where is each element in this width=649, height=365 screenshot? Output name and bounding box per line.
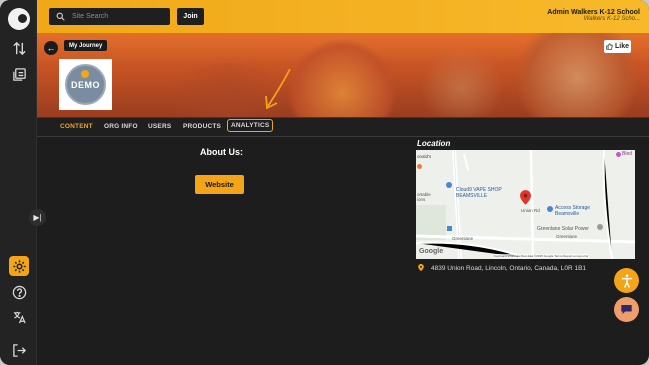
- map-label-storage: Access Storage Beamsville: [555, 205, 591, 217]
- map-label-solar: Greenlane Solar Power: [537, 226, 589, 232]
- tab-org-info[interactable]: ORG INFO: [104, 123, 138, 130]
- top-bar: Site Search Join Admin Walkers K-12 Scho…: [37, 0, 649, 33]
- google-logo: Google: [419, 248, 444, 255]
- accessibility-button[interactable]: [614, 268, 639, 293]
- map-label-portable: ortable ions: [417, 192, 431, 202]
- logout-icon[interactable]: [9, 340, 29, 360]
- help-icon[interactable]: [9, 282, 29, 302]
- location-map[interactable]: onald's Cloud9 VAPE SHOP BEAMSVILLE Acce…: [416, 150, 635, 259]
- website-button[interactable]: Website: [195, 175, 244, 194]
- thumbs-up-icon: [606, 43, 613, 50]
- cover-banner: [37, 33, 649, 117]
- user-org: Walkers K-12 Scho...: [583, 16, 640, 22]
- app-frame: ▶| Site Search Join Admin Walkers K-12 S…: [0, 0, 649, 365]
- tab-users[interactable]: USERS: [148, 123, 171, 130]
- location-heading: Location: [417, 139, 451, 148]
- like-label: Like: [614, 43, 629, 50]
- address-text: 4839 Union Road, Lincoln, Ontario, Canad…: [431, 264, 587, 272]
- logo-text: DEMO: [71, 79, 100, 90]
- my-journey-button[interactable]: My Journey: [64, 40, 108, 51]
- map-label-union-rd: Union Rd: [521, 208, 540, 213]
- search-placeholder: Site Search: [72, 13, 109, 20]
- solar-marker-icon[interactable]: [597, 224, 603, 230]
- mcdonalds-marker-icon[interactable]: [417, 164, 422, 169]
- chat-button[interactable]: [614, 297, 639, 322]
- translate-icon[interactable]: [9, 307, 29, 327]
- profile-tabs: CONTENT ORG INFO USERS PRODUCTS ANALYTIC…: [37, 117, 649, 137]
- storage-marker-icon[interactable]: [547, 206, 553, 212]
- demo-logo-badge: DEMO: [65, 64, 106, 105]
- map-label-greenlane-2: Greenlane: [556, 234, 578, 239]
- user-info[interactable]: Admin Walkers K-12 School Walkers K-12 S…: [547, 9, 640, 22]
- sort-arrows-icon[interactable]: [9, 38, 29, 58]
- bled-marker-icon[interactable]: [616, 152, 621, 157]
- tab-analytics[interactable]: ANALYTICS: [227, 119, 274, 132]
- about-us-heading: About Us:: [200, 147, 243, 157]
- user-name: Admin Walkers K-12 School: [547, 9, 640, 16]
- map-label-bled: Bled: [622, 151, 633, 157]
- location-pin-icon[interactable]: [520, 190, 531, 205]
- map-footer[interactable]: Keyboard shortcuts Map data ©2025 Google…: [494, 254, 589, 258]
- search-input[interactable]: Site Search: [49, 8, 170, 25]
- chat-icon: [621, 304, 632, 315]
- library-icon[interactable]: [9, 64, 29, 84]
- annotation-arrow-icon: [265, 68, 291, 110]
- app-logo[interactable]: [8, 8, 30, 30]
- tab-content[interactable]: CONTENT: [60, 123, 93, 130]
- sidebar: [0, 0, 37, 365]
- accessibility-icon: [621, 274, 632, 288]
- address-line: 4839 Union Road, Lincoln, Ontario, Canad…: [417, 264, 586, 272]
- map-label-vape: Cloud9 VAPE SHOP BEAMSVILLE: [456, 187, 502, 199]
- organization-logo: DEMO: [59, 59, 112, 110]
- map-pin-icon: [418, 264, 424, 272]
- search-icon: [56, 12, 65, 21]
- back-button[interactable]: ←: [44, 41, 58, 55]
- gear-icon[interactable]: [9, 256, 29, 276]
- transit-marker-icon[interactable]: [447, 226, 452, 231]
- join-button[interactable]: Join: [177, 8, 204, 25]
- like-button[interactable]: Like: [604, 40, 631, 53]
- tab-products[interactable]: PRODUCTS: [183, 123, 221, 130]
- vape-marker-icon[interactable]: [446, 182, 452, 188]
- collapse-sidebar-icon[interactable]: ▶|: [29, 209, 46, 226]
- map-label-mcdonalds: onald's: [417, 154, 432, 159]
- map-label-greenlane-1: Greenlane: [452, 236, 474, 241]
